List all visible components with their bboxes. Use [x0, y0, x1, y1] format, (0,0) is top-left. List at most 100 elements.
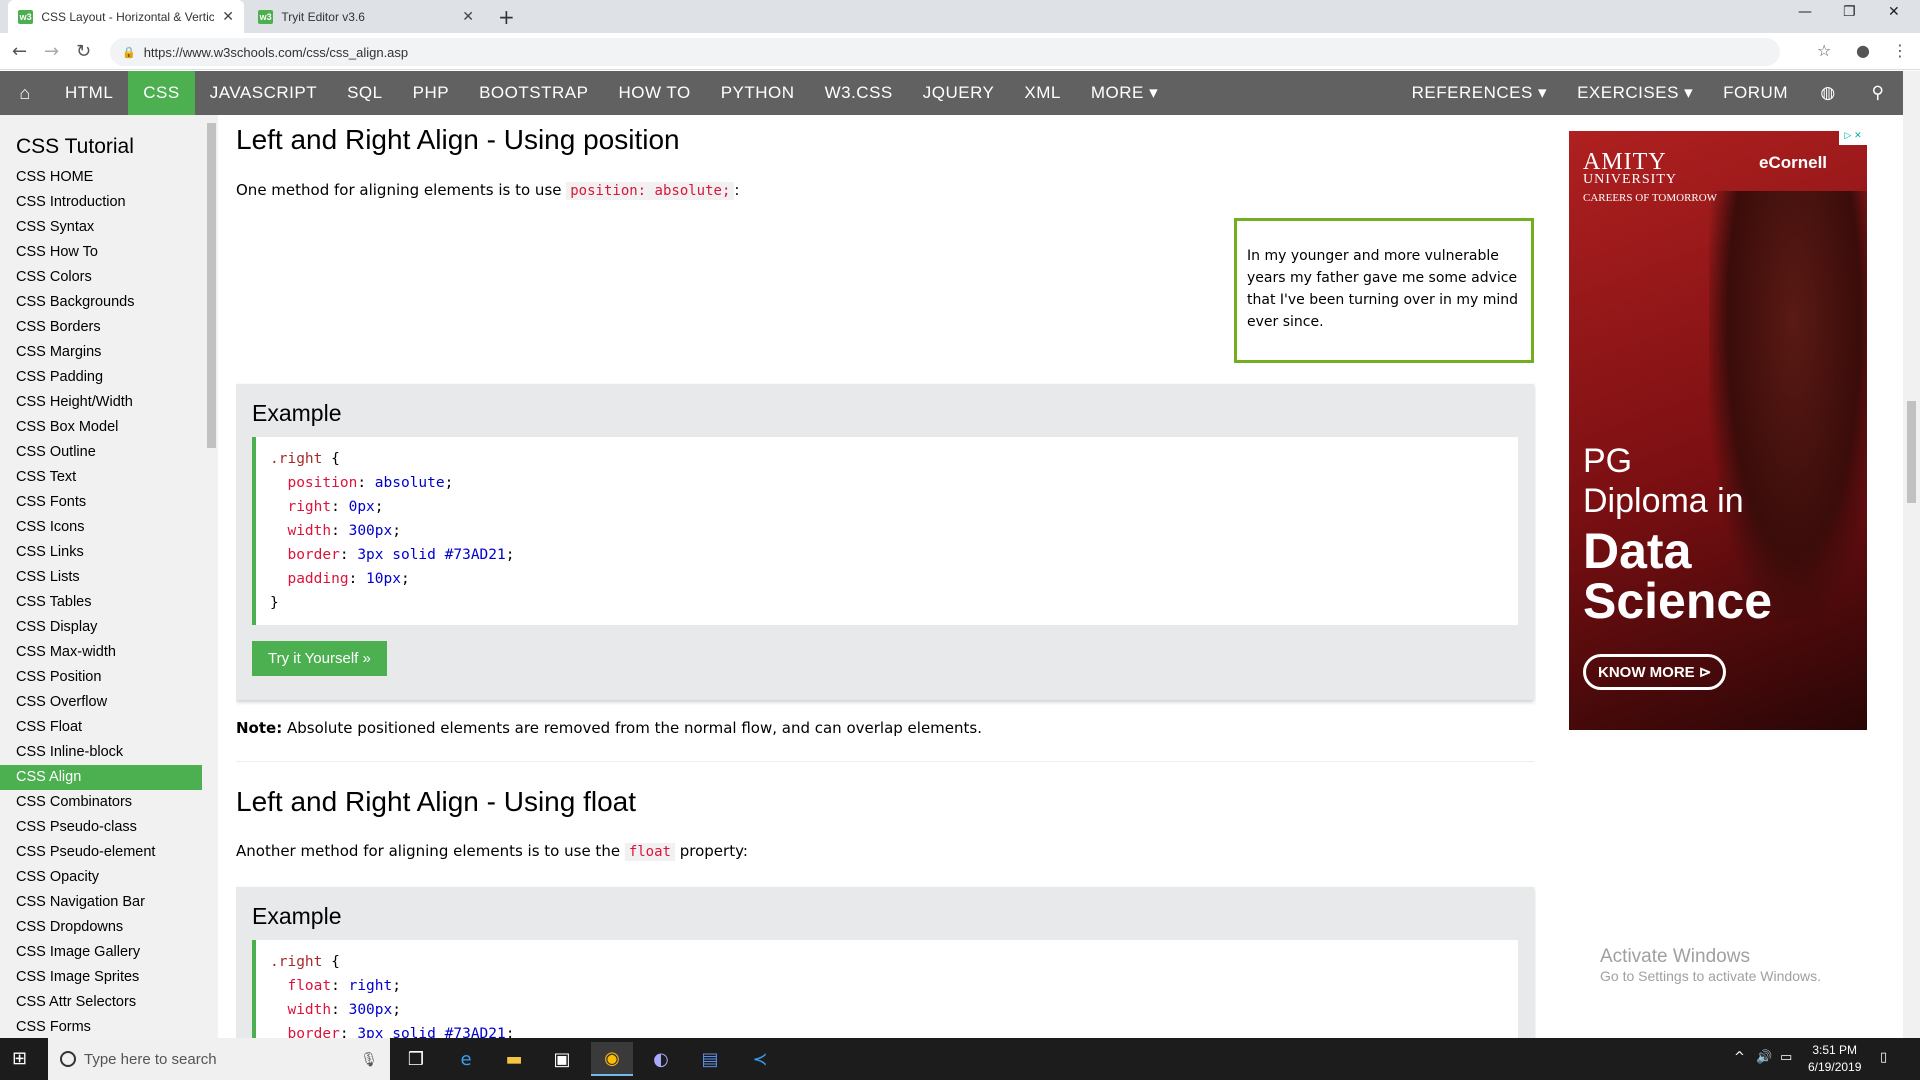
ad-university-line2: UNIVERSITY: [1583, 172, 1677, 187]
nav-references[interactable]: REFERENCES ▾: [1397, 71, 1562, 115]
nav-exercises[interactable]: EXERCISES ▾: [1562, 71, 1708, 115]
tab-title: Tryit Editor v3.6: [281, 9, 365, 24]
sidebar-item[interactable]: CSS Position: [0, 665, 202, 690]
sidebar-item[interactable]: CSS Pseudo-element: [0, 840, 202, 865]
store-icon[interactable]: ▣: [541, 1042, 583, 1076]
sidebar-item[interactable]: CSS Image Sprites: [0, 965, 202, 990]
eclipse-icon[interactable]: ◐: [640, 1042, 682, 1076]
nav-w3css[interactable]: W3.CSS: [810, 71, 908, 115]
nav-forum[interactable]: FORUM: [1708, 71, 1803, 115]
sidebar-item[interactable]: CSS Fonts: [0, 490, 202, 515]
close-window-icon[interactable]: ✕: [1888, 4, 1900, 20]
reload-icon[interactable]: ↻: [76, 41, 91, 62]
close-tab-icon[interactable]: ✕: [222, 8, 234, 25]
sidebar-item[interactable]: CSS Links: [0, 540, 202, 565]
sidebar-item[interactable]: CSS Padding: [0, 365, 202, 390]
sidebar-item[interactable]: CSS Box Model: [0, 415, 202, 440]
sidebar-item[interactable]: CSS Opacity: [0, 865, 202, 890]
chrome-icon[interactable]: ◉: [591, 1042, 633, 1076]
sidebar-item[interactable]: CSS Height/Width: [0, 390, 202, 415]
sidebar-item[interactable]: CSS Outline: [0, 440, 202, 465]
microphone-icon[interactable]: 🎙: [360, 1051, 378, 1068]
sidebar-item[interactable]: CSS How To: [0, 240, 202, 265]
sidebar-item[interactable]: CSS Pseudo-class: [0, 815, 202, 840]
example-heading: Example: [252, 903, 342, 929]
sidebar-scroll-thumb[interactable]: [207, 123, 216, 448]
sidebar-item[interactable]: CSS Margins: [0, 340, 202, 365]
sidebar-item[interactable]: CSS Colors: [0, 265, 202, 290]
sidebar-item[interactable]: CSS Backgrounds: [0, 290, 202, 315]
page-scroll-thumb[interactable]: [1907, 401, 1916, 503]
sidebar-item-active[interactable]: CSS Align: [0, 765, 202, 790]
new-tab-icon[interactable]: +: [498, 5, 515, 29]
nav-php[interactable]: PHP: [398, 71, 464, 115]
globe-icon[interactable]: ◍: [1803, 71, 1853, 115]
clock-date: 6/19/2019: [1808, 1060, 1862, 1074]
nav-python[interactable]: PYTHON: [706, 71, 810, 115]
nav-javascript[interactable]: JAVASCRIPT: [195, 71, 332, 115]
nav-jquery[interactable]: JQUERY: [908, 71, 1010, 115]
nav-xml[interactable]: XML: [1009, 71, 1075, 115]
nav-css[interactable]: CSS: [128, 71, 195, 115]
vscode-icon[interactable]: ≺: [739, 1042, 781, 1076]
minimize-icon[interactable]: —: [1798, 4, 1812, 20]
file-explorer-icon[interactable]: ▬: [493, 1042, 535, 1076]
sidebar-item[interactable]: CSS Tables: [0, 590, 202, 615]
notifications-icon[interactable]: ▯: [1880, 1050, 1887, 1065]
sidebar-item[interactable]: CSS Icons: [0, 515, 202, 540]
sidebar-item[interactable]: CSS Introduction: [0, 190, 202, 215]
sidebar-item[interactable]: CSS Lists: [0, 565, 202, 590]
forward-icon[interactable]: →: [44, 41, 59, 62]
example-heading: Example: [252, 400, 342, 426]
section-intro-float: Another method for aligning elements is …: [236, 842, 748, 861]
sidebar-item[interactable]: CSS Syntax: [0, 215, 202, 240]
sidebar-item[interactable]: CSS Combinators: [0, 790, 202, 815]
sidebar-item[interactable]: CSS Overflow: [0, 690, 202, 715]
sidebar-item[interactable]: CSS Borders: [0, 315, 202, 340]
url-field[interactable]: 🔒 https://www.w3schools.com/css/css_alig…: [110, 38, 1780, 66]
sidebar-item[interactable]: CSS Text: [0, 465, 202, 490]
tray-chevron-icon[interactable]: ^: [1734, 1050, 1745, 1065]
sidebar-item[interactable]: CSS Inline-block: [0, 740, 202, 765]
advertisement[interactable]: ▷ ✕ AMITY UNIVERSITY CAREERS OF TOMORROW…: [1569, 131, 1867, 730]
notepad-icon[interactable]: ▤: [689, 1042, 731, 1076]
volume-icon[interactable]: 🔊: [1756, 1050, 1772, 1065]
sidebar-item[interactable]: CSS Max-width: [0, 640, 202, 665]
browser-tab[interactable]: w3 Tryit Editor v3.6 ✕: [248, 0, 484, 33]
edge-icon[interactable]: e: [445, 1042, 487, 1076]
browser-tab-active[interactable]: w3 CSS Layout - Horizontal & Vertic ✕: [8, 0, 244, 33]
know-more-button[interactable]: KNOW MORE ⊳: [1583, 654, 1727, 690]
nav-howto[interactable]: HOW TO: [603, 71, 705, 115]
sidebar-item[interactable]: CSS Display: [0, 615, 202, 640]
windows-start-icon[interactable]: ⊞: [12, 1048, 27, 1069]
sidebar-item[interactable]: CSS Forms: [0, 1015, 202, 1038]
sidebar-item[interactable]: CSS Dropdowns: [0, 915, 202, 940]
sidebar-item[interactable]: CSS Image Gallery: [0, 940, 202, 965]
task-view-icon[interactable]: ❒: [395, 1042, 437, 1076]
restore-icon[interactable]: ❐: [1843, 4, 1856, 20]
taskbar-search[interactable]: Type here to search 🎙: [48, 1038, 390, 1080]
account-icon[interactable]: ●: [1856, 41, 1870, 60]
main-content: Left and Right Align - Using position On…: [236, 115, 1536, 1038]
back-icon[interactable]: ←: [12, 41, 27, 62]
bookmark-star-icon[interactable]: ☆: [1817, 41, 1831, 60]
sidebar-item[interactable]: CSS Navigation Bar: [0, 890, 202, 915]
sidebar-item[interactable]: CSS Float: [0, 715, 202, 740]
sidebar-scrollbar[interactable]: [205, 115, 218, 1038]
nav-bootstrap[interactable]: BOOTSTRAP: [464, 71, 603, 115]
network-icon[interactable]: ▭: [1780, 1050, 1792, 1065]
page-scrollbar[interactable]: [1903, 71, 1920, 1038]
adchoices-icon[interactable]: ▷ ✕: [1839, 131, 1867, 145]
taskbar-clock[interactable]: 3:51 PM 6/19/2019: [1808, 1042, 1861, 1076]
search-icon[interactable]: ⚲: [1853, 71, 1903, 115]
menu-icon[interactable]: ⋮: [1892, 41, 1908, 60]
try-it-yourself-button[interactable]: Try it Yourself »: [252, 641, 387, 676]
nav-more[interactable]: MORE ▾: [1076, 71, 1173, 115]
home-icon[interactable]: ⌂: [0, 71, 50, 115]
nav-html[interactable]: HTML: [50, 71, 128, 115]
sidebar-item[interactable]: CSS Attr Selectors: [0, 990, 202, 1015]
nav-sql[interactable]: SQL: [332, 71, 398, 115]
watermark-subtitle: Go to Settings to activate Windows.: [1600, 968, 1821, 984]
sidebar-item[interactable]: CSS HOME: [0, 165, 202, 190]
close-tab-icon[interactable]: ✕: [462, 8, 474, 25]
